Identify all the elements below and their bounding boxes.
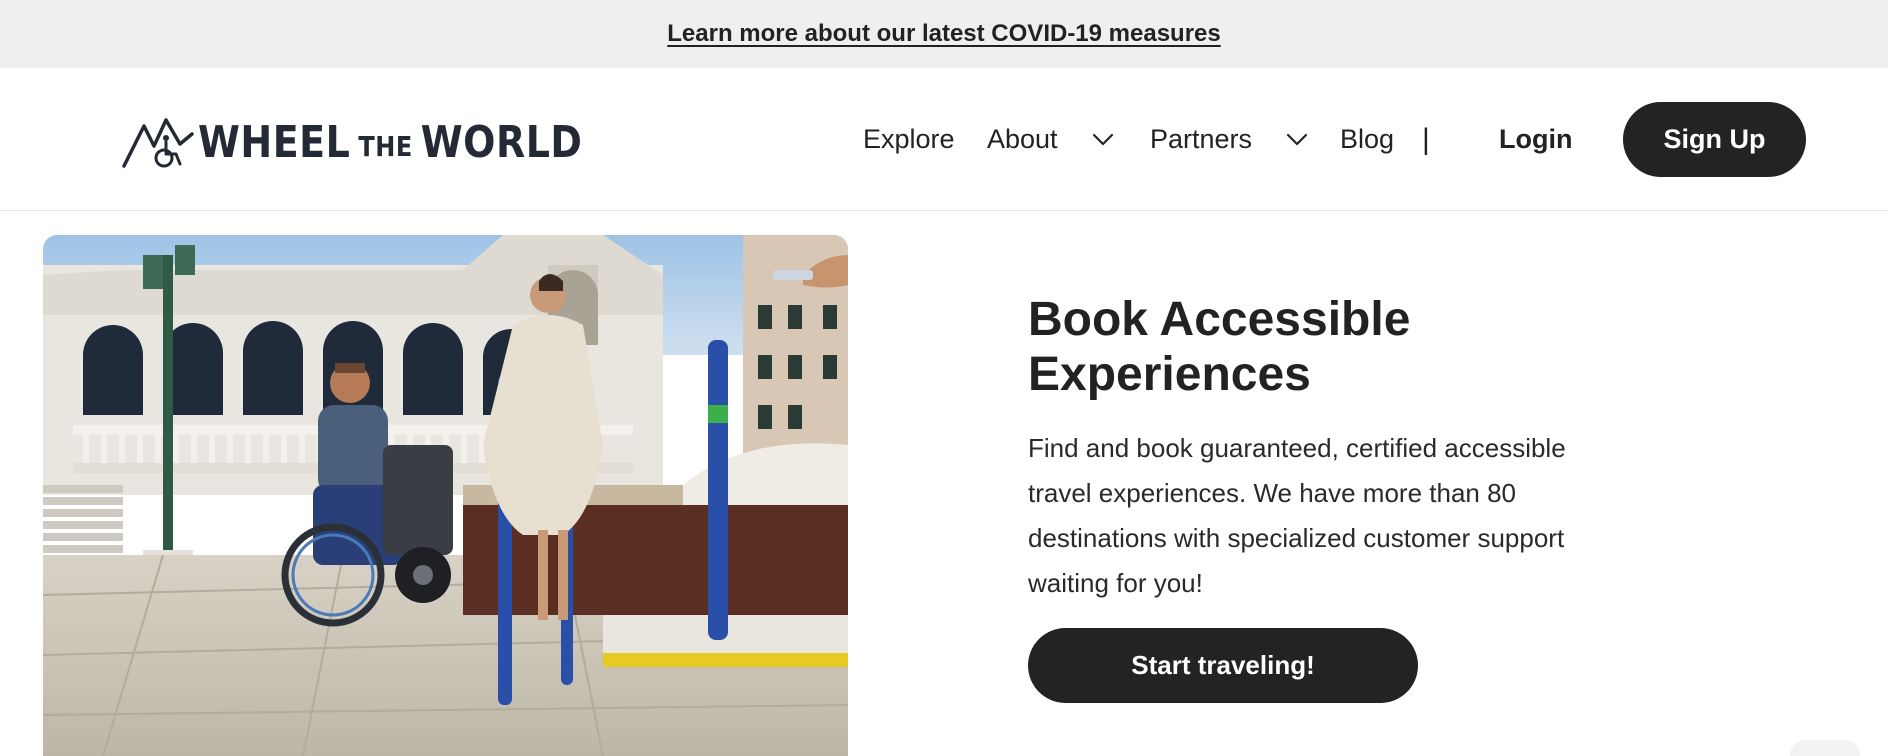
login-button[interactable]: Login	[1499, 124, 1572, 155]
hero-description: Find and book guaranteed, certified acce…	[1028, 433, 1566, 598]
nav-separator: |	[1422, 122, 1430, 156]
logo-word-the: THE	[358, 130, 413, 164]
mountain-wheelchair-logo-icon	[122, 118, 194, 168]
signup-button[interactable]: Sign Up	[1623, 102, 1806, 177]
nav-login-wrap: Login	[1499, 68, 1572, 211]
logo-word-world: WORLD	[420, 116, 583, 168]
chevron-down-icon[interactable]	[1286, 133, 1308, 147]
logo-text: WHEEL THE WORLD	[198, 117, 582, 168]
hero-title: Book Accessible Experiences	[1028, 293, 1411, 401]
nav-partners-label: Partners	[1150, 124, 1253, 154]
nav-separator-wrap: |	[1422, 68, 1430, 211]
covid-banner: Learn more about our latest COVID-19 mea…	[0, 0, 1888, 68]
covid-measures-link[interactable]: Learn more about our latest COVID-19 mea…	[667, 20, 1221, 48]
nav-about[interactable]: About	[987, 124, 1114, 155]
nav-blog[interactable]: Blog	[1340, 124, 1394, 155]
nav-blog-wrap: Blog	[1340, 68, 1394, 211]
logo-word-wheel: WHEEL	[198, 116, 351, 168]
nav-about-wrap: About	[987, 68, 1114, 211]
chevron-down-icon[interactable]	[1092, 133, 1114, 147]
start-traveling-button[interactable]: Start traveling!	[1028, 628, 1418, 703]
nav-about-label: About	[987, 124, 1058, 154]
nav-partners[interactable]: Partners	[1150, 124, 1308, 155]
nav-partners-wrap: Partners	[1150, 68, 1308, 211]
hero-photo-illustration	[43, 235, 848, 756]
nav-explore-wrap: Explore	[863, 68, 955, 211]
hero-photo	[43, 235, 848, 756]
nav-explore[interactable]: Explore	[863, 124, 955, 155]
chat-widget-edge[interactable]	[1790, 740, 1860, 756]
logo[interactable]: WHEEL THE WORLD	[122, 116, 582, 168]
